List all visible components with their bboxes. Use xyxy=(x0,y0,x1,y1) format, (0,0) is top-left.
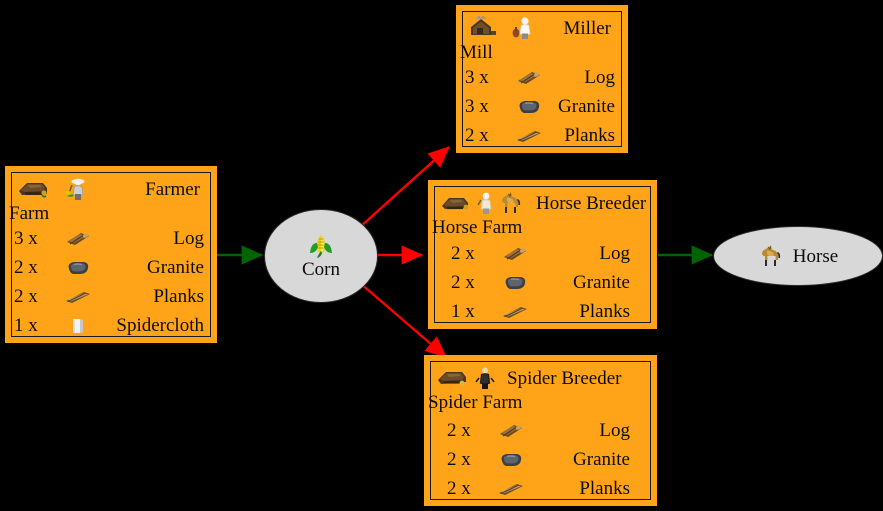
cost-row: 1 x Spidercloth xyxy=(12,311,210,340)
cost-ware: Planks xyxy=(564,124,615,146)
cost-row: 2 x Granite xyxy=(449,268,636,297)
cost-qty: 3 x xyxy=(465,95,489,117)
horse-icon xyxy=(758,244,784,268)
cost-ware: Spidercloth xyxy=(116,314,204,336)
spider-farm-cost-list: 2 x Log 2 x Granite 2 x Planks xyxy=(431,416,650,503)
horse-breeder-worker-icon xyxy=(475,191,497,215)
cost-ware: Granite xyxy=(558,95,615,117)
cost-qty: 2 x xyxy=(447,448,471,470)
granite-icon xyxy=(491,452,531,468)
cost-qty: 2 x xyxy=(465,124,489,146)
log-icon xyxy=(509,69,549,87)
spiderfarm-building-icon xyxy=(435,367,469,389)
node-mill[interactable]: Miller Mill 3 x Log 3 x Granite 2 x Plan… xyxy=(456,5,628,153)
cost-row: 2 x Planks xyxy=(445,474,636,503)
cost-qty: 2 x xyxy=(451,242,475,264)
granite-icon xyxy=(58,260,98,276)
cost-row: 2 x Log xyxy=(449,239,636,268)
mill-building-icon xyxy=(467,15,499,41)
node-horse[interactable]: Horse xyxy=(713,226,883,286)
cost-row: 2 x Granite xyxy=(445,445,636,474)
node-corn[interactable]: Corn xyxy=(264,209,378,303)
cost-ware: Planks xyxy=(579,300,630,322)
planks-icon xyxy=(509,128,549,144)
node-farm[interactable]: Farmer Farm 3 x Log 2 x Granite 2 x Plan… xyxy=(5,166,217,343)
cost-ware: Granite xyxy=(147,256,204,278)
cost-ware: Log xyxy=(584,66,615,88)
mill-building-name: Mill xyxy=(460,42,493,63)
horse-farm-header: Horse Breeder xyxy=(439,189,646,217)
cost-row: 2 x Planks xyxy=(463,121,621,150)
farm-building-icon xyxy=(16,178,50,200)
cost-ware: Log xyxy=(599,419,630,441)
corn-label: Corn xyxy=(302,259,340,280)
cost-qty: 2 x xyxy=(14,256,38,278)
log-icon xyxy=(495,245,535,263)
granite-icon xyxy=(495,275,535,291)
cost-row: 2 x Granite xyxy=(12,253,210,282)
horse-farm-building-name: Horse Farm xyxy=(432,217,523,238)
mill-cost-list: 3 x Log 3 x Granite 2 x Planks xyxy=(463,63,621,150)
horse-farm-cost-list: 2 x Log 2 x Granite 1 x Planks xyxy=(435,239,650,326)
granite-icon xyxy=(509,99,549,115)
mill-header: Miller xyxy=(467,14,617,42)
cost-ware: Granite xyxy=(573,271,630,293)
farm-building-name: Farm xyxy=(9,203,50,224)
spidercloth-icon xyxy=(58,316,98,336)
cost-ware: Log xyxy=(173,227,204,249)
cost-qty: 2 x xyxy=(14,285,38,307)
planks-icon xyxy=(491,481,531,497)
miller-worker-icon xyxy=(509,16,535,40)
log-icon xyxy=(491,422,531,440)
cost-row: 3 x Log xyxy=(463,63,621,92)
farm-building-title: Farmer xyxy=(145,178,200,200)
cost-qty: 2 x xyxy=(451,271,475,293)
cost-row: 3 x Granite xyxy=(463,92,621,121)
node-horse-farm[interactable]: Horse Breeder Horse Farm 2 x Log 2 x Gra… xyxy=(428,180,657,329)
cost-row: 2 x Planks xyxy=(12,282,210,311)
cost-ware: Log xyxy=(599,242,630,264)
cost-qty: 1 x xyxy=(451,300,475,322)
cost-ware: Planks xyxy=(153,285,204,307)
log-icon xyxy=(58,230,98,248)
node-spider-farm[interactable]: Spider Breeder Spider Farm 2 x Log 2 x G… xyxy=(424,355,657,506)
horse-label: Horse xyxy=(792,245,839,267)
cost-qty: 3 x xyxy=(14,227,38,249)
cost-qty: 1 x xyxy=(14,314,38,336)
cost-qty: 2 x xyxy=(447,419,471,441)
cost-row: 2 x Log xyxy=(445,416,636,445)
farmer-worker-icon xyxy=(62,177,88,201)
cost-qty: 3 x xyxy=(465,66,489,88)
cost-qty: 2 x xyxy=(447,477,471,499)
mill-building-title: Miller xyxy=(563,17,612,39)
production-chain-diagram: Farmer Farm 3 x Log 2 x Granite 2 x Plan… xyxy=(0,0,883,511)
horse-icon xyxy=(498,191,524,215)
spider-farm-building-name: Spider Farm xyxy=(428,392,523,413)
cost-row: 3 x Log xyxy=(12,224,210,253)
corn-icon xyxy=(308,233,334,259)
cost-ware: Planks xyxy=(579,477,630,499)
cost-ware: Granite xyxy=(573,448,630,470)
spider-farm-header: Spider Breeder xyxy=(435,364,646,392)
spider-farm-building-title: Spider Breeder xyxy=(507,367,622,389)
horse-farm-building-title: Horse Breeder xyxy=(536,192,647,214)
farm-cost-list: 3 x Log 2 x Granite 2 x Planks 1 x Spide… xyxy=(12,224,210,340)
farm-header: Farmer xyxy=(16,175,206,203)
cost-row: 1 x Planks xyxy=(449,297,636,326)
horsefarm-building-icon xyxy=(439,192,471,214)
spider-breeder-worker-icon xyxy=(475,366,495,390)
planks-icon xyxy=(495,304,535,320)
planks-icon xyxy=(58,289,98,305)
